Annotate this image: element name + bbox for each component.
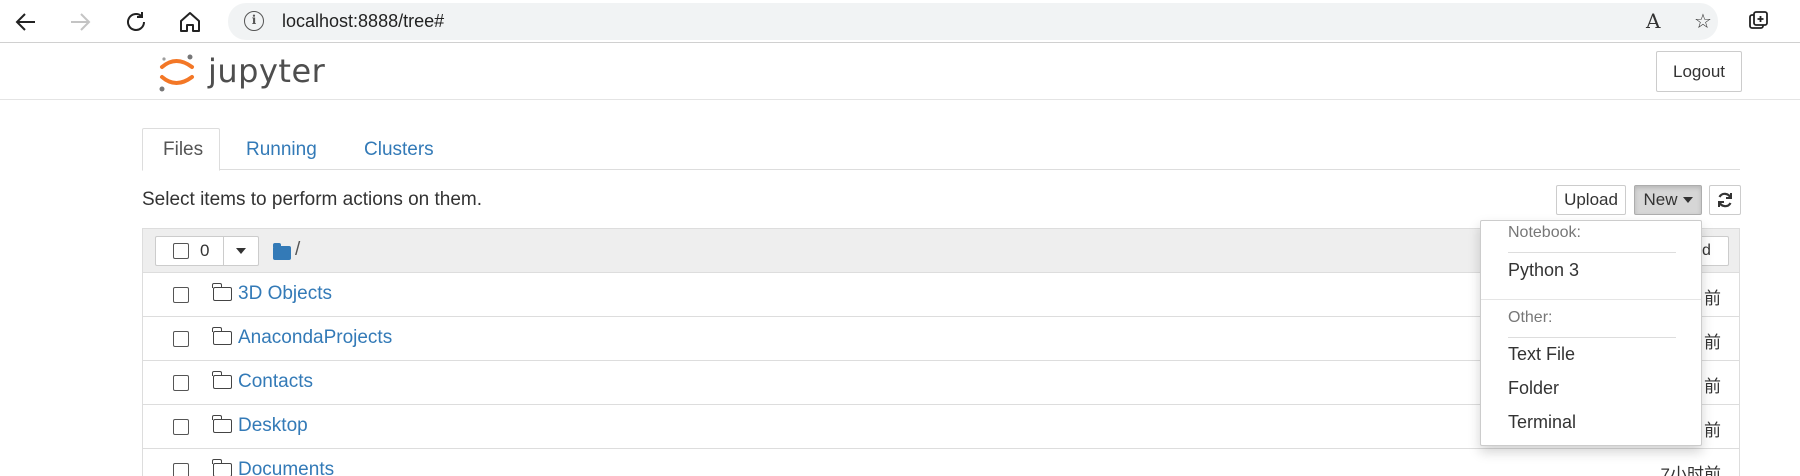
browser-toolbar: i localhost:8888/tree# A ☆ [0, 0, 1800, 43]
tab-running[interactable]: Running [226, 128, 337, 171]
menu-separator [1508, 337, 1676, 338]
jupyter-logo[interactable]: jupyter [156, 49, 325, 95]
logo-text: jupyter [208, 52, 326, 90]
forward-button[interactable] [62, 4, 98, 40]
new-button[interactable]: New [1634, 185, 1702, 215]
folder-icon [212, 327, 232, 345]
folder-icon [212, 283, 232, 301]
url-text[interactable]: localhost:8888/tree# [282, 11, 444, 32]
row-checkbox[interactable] [173, 287, 189, 303]
jupyter-header: jupyter Logout [0, 43, 1800, 100]
select-all-toggle[interactable]: 0 [156, 237, 224, 265]
menu-item-folder[interactable]: Folder [1508, 378, 1559, 399]
home-button[interactable] [172, 4, 208, 40]
modified-time: 前 [1704, 377, 1721, 396]
item-link[interactable]: AnacondaProjects [238, 327, 392, 349]
tab-bar: Files Running Clusters [142, 128, 1740, 171]
menu-header-notebook: Notebook: [1508, 224, 1581, 241]
item-link[interactable]: Contacts [238, 371, 313, 393]
table-row[interactable]: Documents 7小时前 [143, 449, 1739, 476]
selected-count: 0 [200, 241, 210, 260]
home-icon [180, 12, 200, 32]
folder-icon[interactable] [273, 243, 291, 260]
star-add-icon[interactable]: ☆ [1694, 9, 1712, 34]
menu-item-terminal[interactable]: Terminal [1508, 412, 1576, 433]
item-link[interactable]: Desktop [238, 415, 308, 437]
tab-files[interactable]: Files [142, 128, 220, 171]
new-dropdown-menu: Notebook: Python 3 Other: Text File Fold… [1480, 220, 1702, 446]
select-all-checkbox[interactable] [173, 243, 189, 259]
refresh-icon [1718, 192, 1732, 208]
modified-time: 前 [1704, 333, 1721, 352]
folder-icon [212, 371, 232, 389]
jupyter-logo-icon [159, 54, 194, 92]
tab-clusters[interactable]: Clusters [344, 128, 454, 171]
logout-button[interactable]: Logout [1656, 51, 1742, 92]
collections-icon[interactable] [1744, 6, 1774, 36]
row-checkbox[interactable] [173, 419, 189, 435]
breadcrumb[interactable]: / [295, 239, 300, 261]
read-aloud-icon[interactable]: A [1646, 9, 1660, 33]
item-link[interactable]: Documents [238, 459, 334, 476]
modified-time: 前 [1704, 421, 1721, 440]
select-menu-dropdown[interactable] [224, 237, 258, 265]
arrow-left-icon [15, 13, 35, 31]
address-bar[interactable]: i localhost:8888/tree# A ☆ [228, 3, 1718, 40]
selection-hint: Select items to perform actions on them. [142, 189, 483, 210]
folder-icon [212, 459, 232, 476]
menu-separator [1508, 252, 1676, 253]
caret-down-icon [1682, 197, 1693, 203]
menu-header-other: Other: [1508, 309, 1553, 326]
menu-item-text-file[interactable]: Text File [1508, 344, 1575, 365]
select-all-group: 0 [155, 236, 259, 266]
row-checkbox[interactable] [173, 463, 189, 476]
row-checkbox[interactable] [173, 331, 189, 347]
folder-icon [212, 415, 232, 433]
item-link[interactable]: 3D Objects [238, 283, 332, 305]
menu-divider [1481, 299, 1701, 300]
upload-button[interactable]: Upload [1556, 185, 1626, 215]
new-button-label: New [1643, 190, 1678, 209]
back-button[interactable] [8, 4, 44, 40]
refresh-button[interactable] [1709, 185, 1741, 215]
site-info-icon[interactable]: i [244, 11, 264, 31]
menu-item-python3[interactable]: Python 3 [1508, 260, 1579, 281]
reload-button[interactable] [118, 4, 154, 40]
caret-down-icon [236, 248, 246, 254]
arrow-right-icon [71, 13, 91, 31]
reload-icon [127, 12, 145, 31]
modified-time: 前 [1704, 289, 1721, 308]
row-checkbox[interactable] [173, 375, 189, 391]
modified-time: 7小时前 [1660, 465, 1721, 476]
